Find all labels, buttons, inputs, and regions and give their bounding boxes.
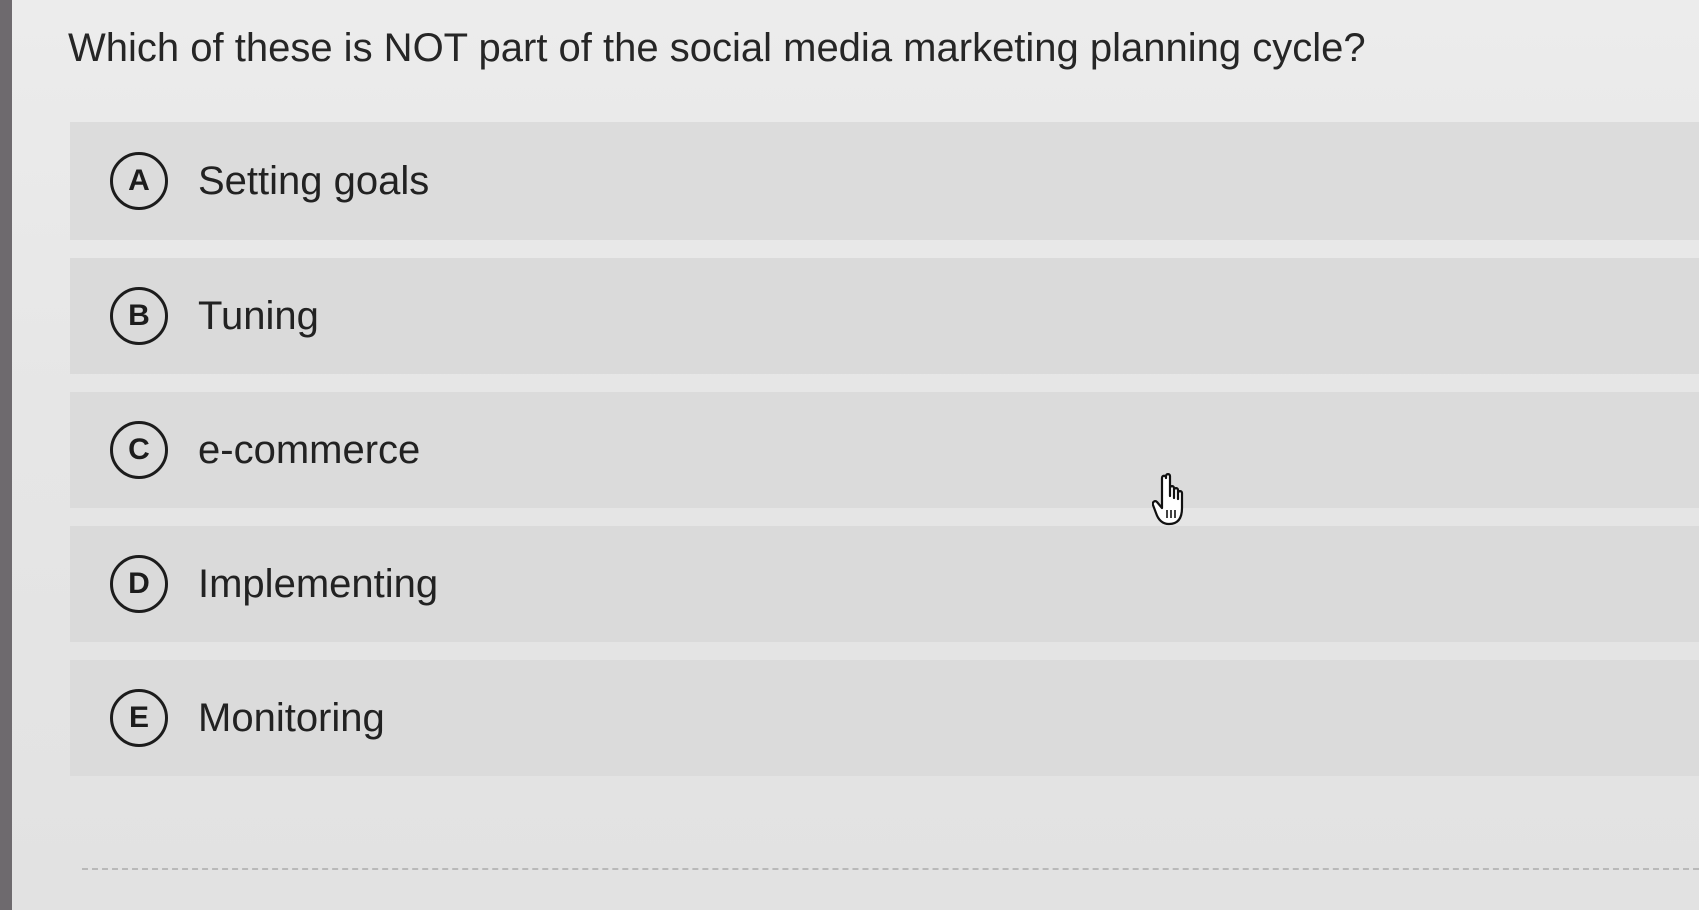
option-b[interactable]: B Tuning — [70, 258, 1699, 374]
option-e[interactable]: E Monitoring — [70, 660, 1699, 776]
hand-pointer-icon — [1152, 473, 1184, 526]
option-d[interactable]: D Implementing — [70, 526, 1699, 642]
option-a-letter-badge[interactable]: A — [110, 152, 168, 210]
option-c-letter-badge[interactable]: C — [110, 421, 168, 479]
quiz-screen: Which of these is NOT part of the social… — [12, 0, 1699, 910]
answer-options: A Setting goals B Tuning C e-commerce D … — [70, 122, 1699, 794]
option-e-letter-badge[interactable]: E — [110, 689, 168, 747]
question-text: Which of these is NOT part of the social… — [68, 26, 1366, 70]
section-divider — [82, 868, 1699, 870]
option-a-label: Setting goals — [198, 158, 430, 203]
option-c-label: e-commerce — [198, 427, 421, 472]
option-e-label: Monitoring — [198, 695, 385, 740]
option-b-label: Tuning — [198, 293, 319, 338]
option-c[interactable]: C e-commerce — [70, 392, 1699, 508]
option-b-letter-badge[interactable]: B — [110, 287, 168, 345]
option-d-letter-badge[interactable]: D — [110, 555, 168, 613]
option-a[interactable]: A Setting goals — [70, 122, 1699, 240]
option-d-label: Implementing — [198, 561, 439, 606]
